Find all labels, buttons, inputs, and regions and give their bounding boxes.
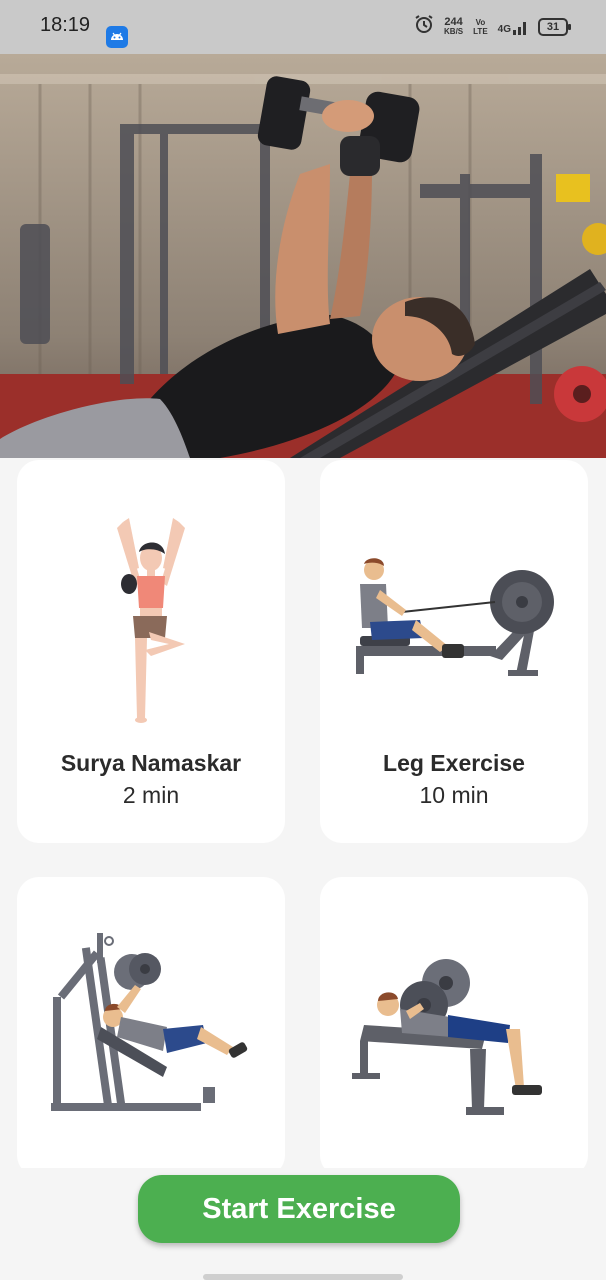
rowing-machine-illustration	[320, 460, 588, 755]
exercise-title: Surya Namaskar	[60, 750, 242, 776]
hero-image	[0, 54, 606, 458]
network-speed-value: 244	[444, 15, 463, 28]
home-indicator[interactable]	[203, 1274, 403, 1280]
alarm-icon	[414, 14, 434, 39]
leg-press-illustration	[17, 877, 285, 1172]
exercise-duration: 10 min	[419, 782, 489, 808]
network-type: 4G	[497, 23, 511, 35]
network-speed: 244 KB/S	[444, 15, 464, 37]
volte-top: Vo	[475, 17, 486, 27]
signal-icon: 4G	[498, 19, 528, 35]
yoga-pose-illustration	[17, 460, 285, 755]
exercise-card-leg-exercise[interactable]: Leg Exercise 10 min	[320, 460, 588, 843]
exercise-duration: 2 min	[122, 782, 180, 808]
volte-bottom: LTE	[473, 26, 488, 36]
exercise-title: Leg Exercise	[383, 750, 525, 776]
battery-icon: 31	[538, 17, 571, 36]
status-bar: 18:19 244 KB/S Vo LTE 4G 31	[0, 0, 606, 54]
android-app-icon	[106, 26, 128, 53]
volte-indicator: Vo LTE	[473, 18, 488, 36]
start-exercise-button[interactable]: Start Exercise	[138, 1175, 460, 1243]
status-time: 18:19	[40, 14, 91, 36]
network-speed-unit: KB/S	[444, 26, 464, 36]
status-indicators: 244 KB/S Vo LTE 4G 31	[414, 14, 571, 39]
exercise-card-surya-namaskar[interactable]: Surya Namaskar 2 min	[17, 460, 285, 843]
bench-press-illustration	[320, 877, 588, 1172]
exercise-card-bench-press[interactable]	[320, 877, 588, 1177]
exercise-card-leg-press[interactable]	[17, 877, 285, 1177]
